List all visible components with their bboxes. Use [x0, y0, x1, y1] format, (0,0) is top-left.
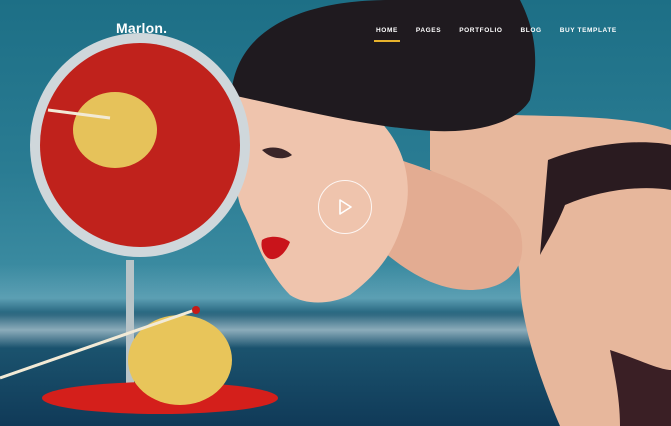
nav-item-buy-template[interactable]: BUY TEMPLATE — [560, 27, 617, 34]
brand-logo[interactable]: Marlon. — [116, 20, 167, 36]
main-menu: HOME PAGES PORTFOLIO BLOG BUY TEMPLATE — [374, 27, 617, 42]
play-icon — [339, 199, 352, 215]
nav-item-blog[interactable]: BLOG — [521, 27, 542, 34]
play-button[interactable] — [318, 180, 372, 234]
nav-item-pages[interactable]: PAGES — [416, 27, 441, 34]
swimmer-figure — [232, 0, 671, 426]
hero-section: Marlon. HOME PAGES PORTFOLIO BLOG BUY TE… — [0, 0, 671, 426]
nav-item-home[interactable]: HOME — [374, 27, 400, 42]
nav-item-portfolio[interactable]: PORTFOLIO — [459, 27, 502, 34]
top-navigation: Marlon. HOME PAGES PORTFOLIO BLOG BUY TE… — [0, 0, 671, 60]
